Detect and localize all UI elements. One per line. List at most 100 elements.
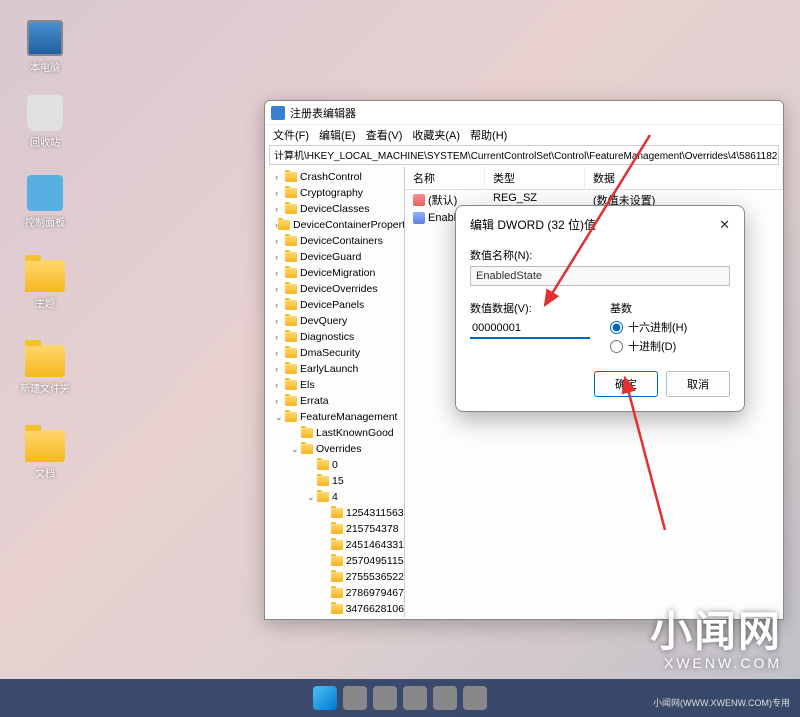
folder-icon <box>285 396 297 406</box>
regedit-icon <box>271 106 285 120</box>
close-icon[interactable]: ✕ <box>719 217 730 233</box>
tree-label: DevicePanels <box>300 298 364 312</box>
tree-node[interactable]: Errata <box>265 393 404 409</box>
tree-node[interactable]: DeviceContainerPropertyUpda <box>265 217 404 233</box>
folder-icon <box>285 172 297 182</box>
window-titlebar[interactable]: 注册表编辑器 <box>265 101 783 125</box>
folder-icon <box>317 476 329 486</box>
taskbar-taskview-icon[interactable] <box>373 686 397 710</box>
menu-edit[interactable]: 编辑(E) <box>319 127 356 143</box>
list-header: 名称 类型 数据 <box>405 167 783 190</box>
tree-node[interactable]: DevQuery <box>265 313 404 329</box>
tree-pane[interactable]: CrashControlCryptographyDeviceClassesDev… <box>265 167 405 617</box>
tree-label: 15 <box>332 474 344 488</box>
folder-icon <box>331 604 343 614</box>
icon-label: 主题 <box>15 295 75 310</box>
folder-icon <box>285 364 297 374</box>
menu-favorites[interactable]: 收藏夹(A) <box>412 127 460 143</box>
taskbar-app-icon[interactable] <box>463 686 487 710</box>
desktop-icon-pc[interactable]: 本电脑 <box>15 20 75 74</box>
folder-icon <box>331 540 343 550</box>
tree-node[interactable]: 2786979467 <box>265 585 404 601</box>
tree-node[interactable]: Diagnostics <box>265 329 404 345</box>
tree-label: DeviceContainers <box>300 234 383 248</box>
folder-icon <box>285 348 297 358</box>
tree-node[interactable]: DeviceOverrides <box>265 281 404 297</box>
address-bar[interactable]: 计算机\HKEY_LOCAL_MACHINE\SYSTEM\CurrentCon… <box>269 145 779 165</box>
desktop-icon-folder[interactable]: 文档 <box>15 430 75 480</box>
desktop-icon-control-panel[interactable]: 控制面板 <box>15 175 75 229</box>
tree-node[interactable]: DeviceClasses <box>265 201 404 217</box>
ok-button[interactable]: 确定 <box>594 371 658 397</box>
tree-node[interactable]: LastKnownGood <box>265 425 404 441</box>
tree-node[interactable]: Cryptography <box>265 185 404 201</box>
tree-label: 2786979467 <box>346 586 404 600</box>
watermark-text: 小闻网 <box>650 598 782 659</box>
menu-file[interactable]: 文件(F) <box>273 127 309 143</box>
cancel-button[interactable]: 取消 <box>666 371 730 397</box>
tree-node[interactable]: 15 <box>265 473 404 489</box>
binary-value-icon <box>413 212 425 224</box>
icon-label: 本电脑 <box>15 59 75 74</box>
tree-node[interactable]: DeviceContainers <box>265 233 404 249</box>
tree-label: Overrides <box>316 442 362 456</box>
tree-node[interactable]: 1254311563 <box>265 505 404 521</box>
tree-label: DmaSecurity <box>300 346 360 360</box>
tree-node[interactable]: Overrides <box>265 441 404 457</box>
desktop-icon-recycle-bin[interactable]: 回收站 <box>15 95 75 149</box>
tree-label: DevQuery <box>300 314 347 328</box>
tree-node[interactable]: 2451464331 <box>265 537 404 553</box>
desktop-icon-folder[interactable]: 主题 <box>15 260 75 310</box>
taskbar-explorer-icon[interactable] <box>403 686 427 710</box>
folder-icon <box>331 572 343 582</box>
icon-label: 文档 <box>15 465 75 480</box>
desktop-icon-folder[interactable]: 新建文件夹 <box>15 345 75 395</box>
col-type[interactable]: 类型 <box>485 167 585 189</box>
tree-label: DeviceClasses <box>300 202 369 216</box>
folder-icon <box>331 556 343 566</box>
value-name-field[interactable] <box>470 266 730 286</box>
folder-icon <box>285 284 297 294</box>
folder-icon <box>285 236 297 246</box>
tree-label: 2570495115 <box>346 554 404 568</box>
value-data-field[interactable] <box>470 319 590 339</box>
tree-label: DeviceOverrides <box>300 282 378 296</box>
tree-node[interactable]: 2755536522 <box>265 569 404 585</box>
folder-icon <box>301 444 313 454</box>
value-name-label: 数值名称(N): <box>470 247 730 263</box>
radio-hex[interactable]: 十六进制(H) <box>610 319 730 335</box>
start-button[interactable] <box>313 686 337 710</box>
tree-node[interactable]: FeatureManagement <box>265 409 404 425</box>
folder-icon <box>285 300 297 310</box>
tree-node[interactable]: 4 <box>265 489 404 505</box>
tree-node[interactable]: Els <box>265 377 404 393</box>
menu-help[interactable]: 帮助(H) <box>470 127 507 143</box>
folder-icon <box>331 508 343 518</box>
tree-node[interactable]: 0 <box>265 457 404 473</box>
tree-node[interactable]: DevicePanels <box>265 297 404 313</box>
tree-label: DeviceGuard <box>300 250 361 264</box>
tree-node[interactable]: EarlyLaunch <box>265 361 404 377</box>
tree-node[interactable]: CrashControl <box>265 169 404 185</box>
col-name[interactable]: 名称 <box>405 167 485 189</box>
tree-label: 3476628106 <box>346 602 404 616</box>
tree-node[interactable]: 3476628106 <box>265 601 404 617</box>
icon-label: 控制面板 <box>15 214 75 229</box>
tree-node[interactable]: DeviceGuard <box>265 249 404 265</box>
menu-view[interactable]: 查看(V) <box>366 127 403 143</box>
taskbar-search-icon[interactable] <box>343 686 367 710</box>
taskbar-app-icon[interactable] <box>433 686 457 710</box>
tree-node[interactable]: 215754378 <box>265 521 404 537</box>
folder-icon <box>285 380 297 390</box>
taskbar-tray[interactable]: 小闻网(WWW.XWENW.COM)专用 <box>653 696 790 709</box>
tree-node[interactable]: DeviceMigration <box>265 265 404 281</box>
tree-node[interactable]: DmaSecurity <box>265 345 404 361</box>
taskbar[interactable]: 小闻网(WWW.XWENW.COM)专用 <box>0 679 800 717</box>
string-value-icon <box>413 194 425 206</box>
radio-dec[interactable]: 十进制(D) <box>610 338 730 354</box>
icon-label: 回收站 <box>15 134 75 149</box>
tree-label: Cryptography <box>300 186 363 200</box>
col-data[interactable]: 数据 <box>585 167 783 189</box>
tree-label: EarlyLaunch <box>300 362 358 376</box>
tree-node[interactable]: 2570495115 <box>265 553 404 569</box>
